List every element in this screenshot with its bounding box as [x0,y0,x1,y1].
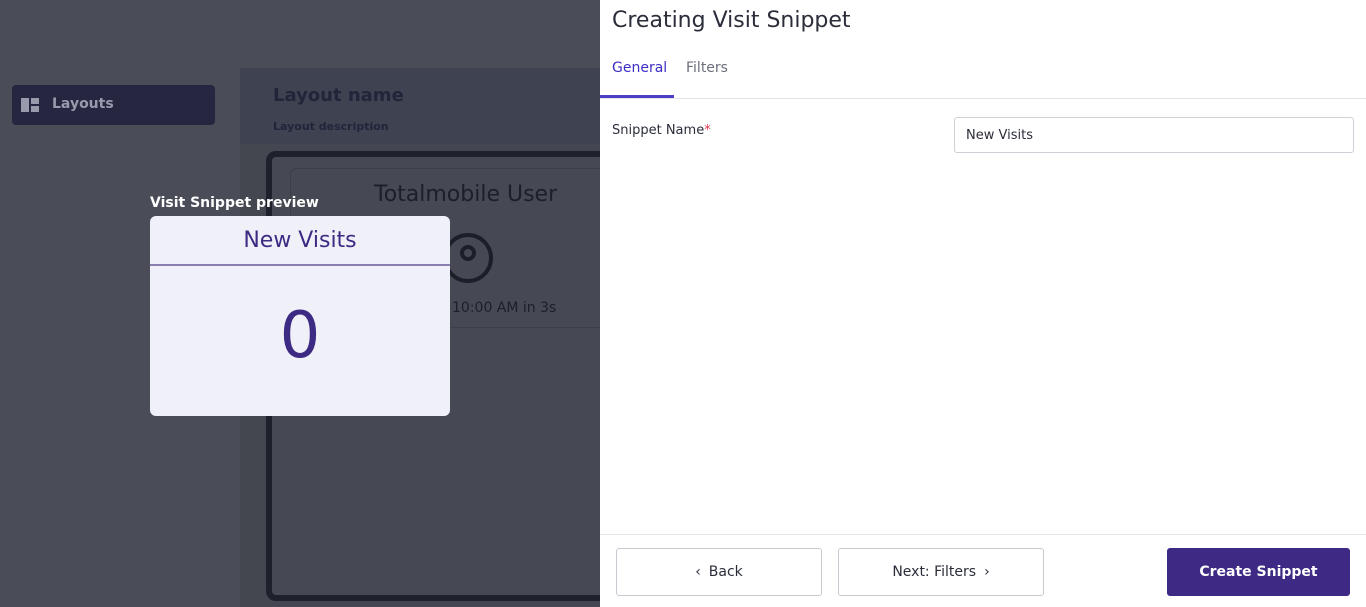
back-button[interactable]: ‹ Back [616,548,822,596]
create-button-label: Create Snippet [1199,564,1318,580]
visit-time-text: 10:00 AM in 3s [452,300,557,316]
active-tab-indicator [600,95,674,98]
user-title: Totalmobile User [374,182,558,207]
preview-value: 0 [279,299,321,373]
drawer-footer: ‹ Back Next: Filters › Create Snippet [600,534,1366,607]
layouts-icon [21,98,39,112]
create-snippet-drawer: Creating Visit Snippet General Filters S… [600,0,1366,607]
preview-label: Visit Snippet preview [150,195,319,211]
sidebar-item-layouts[interactable]: Layouts [12,85,215,125]
layout-description[interactable]: Layout description [273,120,389,133]
snippet-name-label: Snippet Name* [612,123,711,138]
create-snippet-button[interactable]: Create Snippet [1167,548,1350,596]
tab-filters[interactable]: Filters [686,60,728,76]
chevron-left-icon: ‹ [695,564,701,580]
visit-snippet-preview-card: New Visits 0 [150,216,450,416]
next-filters-button[interactable]: Next: Filters › [838,548,1044,596]
layout-name[interactable]: Layout name [273,85,404,106]
user-avatar-icon [443,233,493,283]
preview-title: New Visits [150,216,450,266]
drawer-tabs: General Filters [600,50,1366,99]
tab-general[interactable]: General [612,60,667,76]
chevron-right-icon: › [984,564,990,580]
snippet-name-label-text: Snippet Name [612,123,705,138]
required-marker: * [704,123,711,138]
snippet-name-input[interactable] [954,117,1354,153]
drawer-title: Creating Visit Snippet [612,8,851,33]
back-button-label: Back [708,564,743,580]
next-button-label: Next: Filters [892,564,977,580]
sidebar-item-label: Layouts [52,96,114,112]
